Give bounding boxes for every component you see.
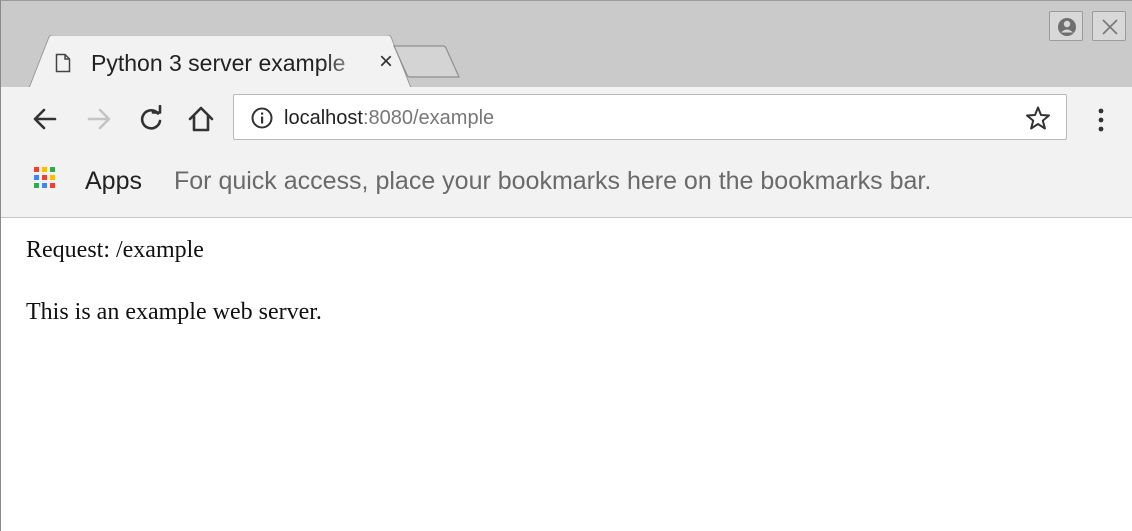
forward-button[interactable] bbox=[85, 105, 113, 133]
page-icon bbox=[55, 53, 71, 73]
bookmarks-bar: Apps For quick access, place your bookma… bbox=[1, 151, 1132, 218]
profile-icon bbox=[1058, 18, 1076, 36]
address-bar[interactable]: localhost:8080/example bbox=[233, 94, 1067, 140]
body-text: This is an example web server. bbox=[26, 299, 322, 325]
toolbar: localhost:8080/example bbox=[1, 87, 1132, 151]
bookmarks-hint-text: For quick access, place your bookmarks h… bbox=[174, 167, 932, 195]
home-icon bbox=[188, 106, 214, 132]
window-close-button[interactable] bbox=[1092, 11, 1126, 41]
tab-title: Python 3 server example bbox=[91, 50, 346, 76]
close-icon bbox=[1102, 19, 1118, 35]
home-button[interactable] bbox=[187, 105, 215, 133]
arrow-right-icon bbox=[87, 108, 111, 130]
reload-button[interactable] bbox=[137, 105, 165, 133]
reload-icon bbox=[140, 105, 162, 130]
tab-active[interactable]: Python 3 server example × bbox=[29, 35, 411, 89]
kebab-menu-button[interactable] bbox=[1089, 105, 1113, 135]
back-button[interactable] bbox=[31, 105, 59, 133]
profile-button[interactable] bbox=[1049, 11, 1083, 41]
bookmark-star-button[interactable] bbox=[1024, 104, 1052, 132]
new-tab-button[interactable] bbox=[393, 45, 461, 84]
star-icon bbox=[1026, 106, 1050, 130]
apps-grid-icon[interactable] bbox=[34, 167, 56, 189]
arrow-left-icon bbox=[33, 108, 57, 130]
info-icon[interactable] bbox=[250, 106, 274, 130]
url-host: localhost bbox=[284, 107, 363, 129]
url-path: :8080/example bbox=[362, 107, 495, 129]
apps-shortcut[interactable]: Apps bbox=[85, 166, 142, 196]
request-line: Request: /example bbox=[26, 237, 204, 263]
url-text[interactable]: localhost:8080/example bbox=[284, 105, 494, 131]
kebab-menu-icon bbox=[1098, 108, 1104, 132]
page-content: Request: /example This is an example web… bbox=[1, 218, 1132, 531]
browser-window: Python 3 server example × localhost:8080… bbox=[0, 0, 1132, 531]
tab-strip: Python 3 server example × bbox=[1, 1, 1132, 89]
